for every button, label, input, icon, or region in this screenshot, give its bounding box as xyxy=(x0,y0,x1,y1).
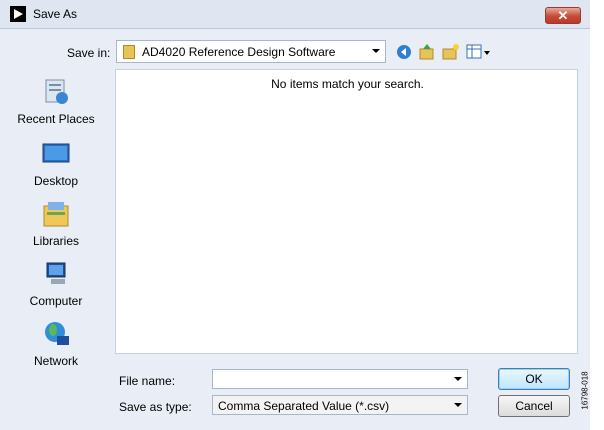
file-name-label: File name: xyxy=(119,374,176,388)
place-libraries[interactable]: Libraries xyxy=(12,200,100,248)
place-recent-places[interactable]: Recent Places xyxy=(12,78,100,126)
close-button[interactable]: ✕ xyxy=(545,7,581,24)
up-folder-icon[interactable] xyxy=(418,43,436,61)
network-icon xyxy=(41,320,71,348)
computer-icon xyxy=(41,260,71,288)
place-label: Desktop xyxy=(33,174,79,188)
save-as-type-value: Comma Separated Value (*.csv) xyxy=(218,399,390,413)
ok-button[interactable]: OK xyxy=(498,368,570,390)
recent-places-icon xyxy=(41,78,71,106)
chevron-down-icon[interactable] xyxy=(454,403,462,407)
place-label: Recent Places xyxy=(17,112,95,126)
save-in-dropdown[interactable]: AD4020 Reference Design Software xyxy=(116,40,386,63)
place-label: Computer xyxy=(29,294,83,308)
place-computer[interactable]: Computer xyxy=(12,260,100,308)
window-title: Save As xyxy=(33,7,78,21)
back-icon[interactable] xyxy=(395,43,413,61)
place-label: Libraries xyxy=(32,234,80,248)
close-icon: ✕ xyxy=(557,8,569,23)
chevron-down-icon[interactable] xyxy=(372,49,380,53)
views-menu-icon[interactable] xyxy=(466,43,492,61)
folder-icon xyxy=(123,45,135,59)
title-bar[interactable]: Save As ✕ xyxy=(0,0,590,29)
file-list[interactable]: No items match your search. xyxy=(115,69,578,354)
place-label: Network xyxy=(33,354,78,368)
place-network[interactable]: Network xyxy=(12,320,100,368)
figure-code: 16798-018 xyxy=(580,371,590,410)
libraries-icon xyxy=(41,200,71,228)
chevron-down-icon[interactable] xyxy=(454,377,462,381)
places-sidebar: Recent Places Desktop Libraries Computer… xyxy=(12,72,100,388)
cancel-button[interactable]: Cancel xyxy=(498,395,570,417)
new-folder-icon[interactable] xyxy=(442,43,460,61)
desktop-icon xyxy=(41,140,71,168)
empty-message: No items match your search. xyxy=(271,77,424,91)
save-as-type-label: Save as type: xyxy=(119,400,192,414)
app-icon xyxy=(10,6,26,22)
place-desktop[interactable]: Desktop xyxy=(12,140,100,188)
file-name-field[interactable] xyxy=(212,369,468,389)
save-as-type-select[interactable]: Comma Separated Value (*.csv) xyxy=(212,395,468,415)
save-as-dialog: Save As ✕ Save in: AD4020 Reference Desi… xyxy=(0,0,590,430)
save-in-label: Save in: xyxy=(67,46,111,60)
save-in-location: AD4020 Reference Design Software xyxy=(142,45,336,59)
